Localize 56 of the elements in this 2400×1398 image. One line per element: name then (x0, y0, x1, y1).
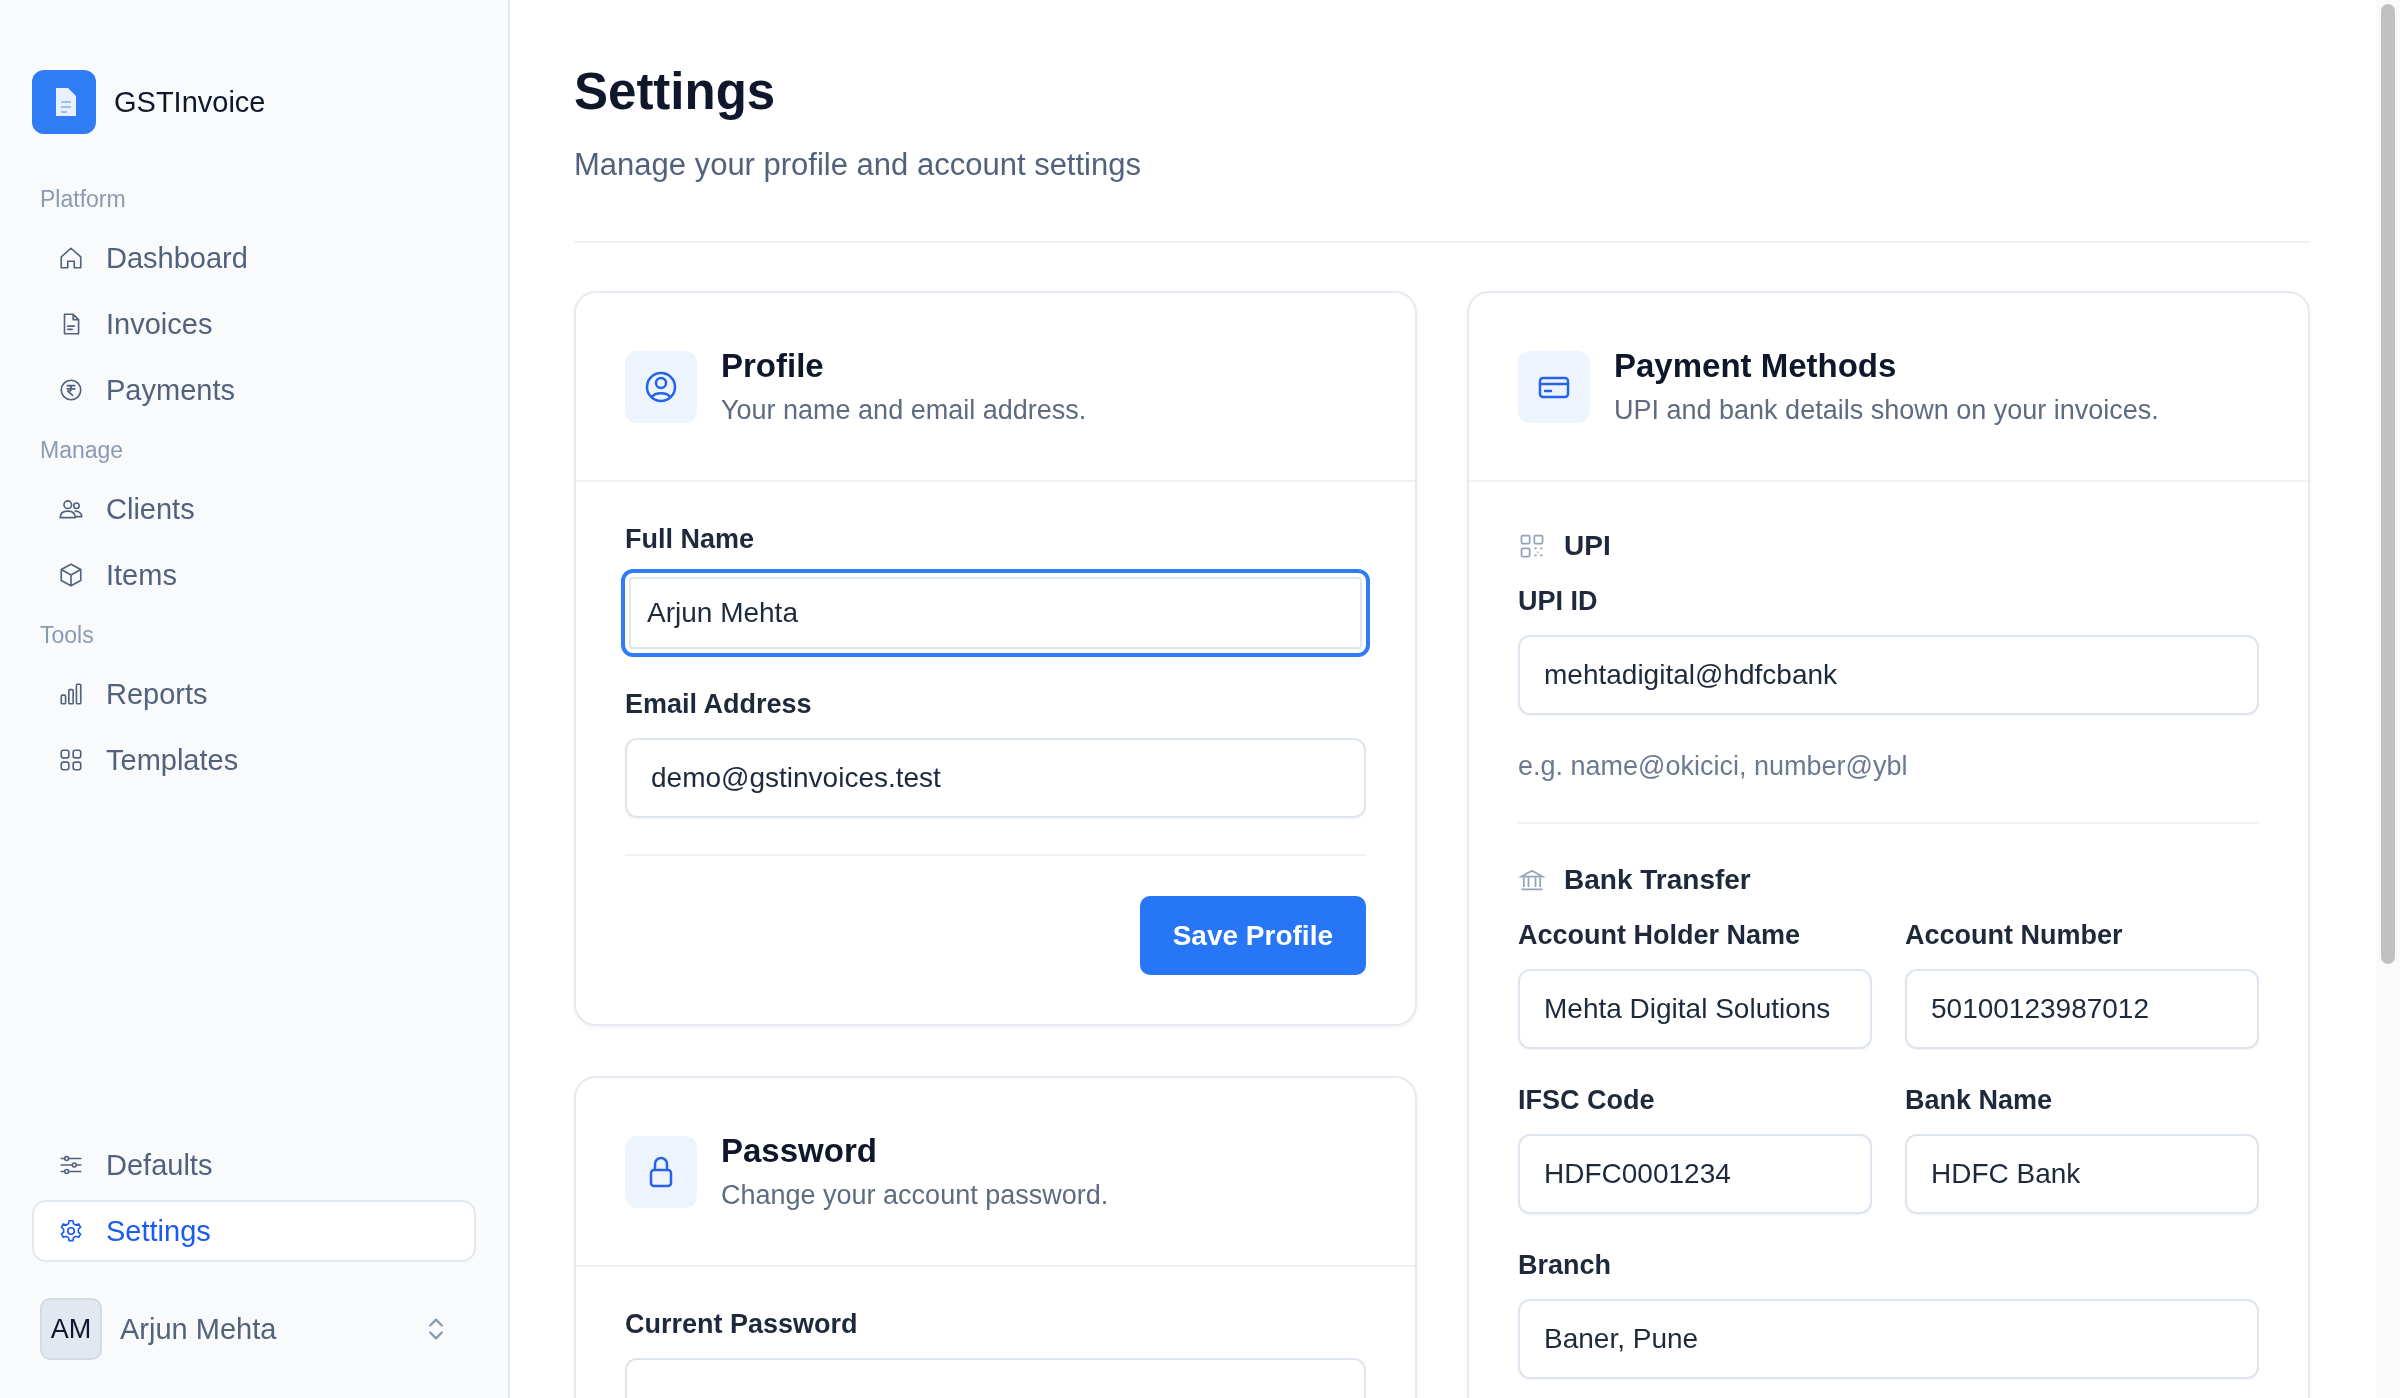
field-label: Bank Name (1905, 1085, 2054, 1116)
app-name: GSTInvoice (114, 85, 266, 119)
text-field[interactable]: HDFC0001234 (1518, 1134, 1872, 1214)
qr-code-icon (1518, 532, 1546, 560)
text-field[interactable]: demo@gstinvoices.test (625, 738, 1366, 818)
settings-icon (58, 1218, 84, 1244)
field-label: Current Password (625, 1309, 859, 1340)
section-heading: UPI (1564, 530, 1611, 562)
text-field[interactable]: 50100123987012 (1905, 969, 2259, 1049)
bar-chart-icon (58, 681, 84, 707)
nav-item[interactable]: Payments (32, 359, 476, 421)
scrollbar[interactable] (2381, 4, 2395, 964)
field-hint: e.g. name@okicici, number@ybl (1518, 751, 1909, 782)
page-title: Settings (574, 62, 777, 121)
lock-icon (625, 1135, 697, 1208)
nav-item[interactable]: Invoices (32, 293, 476, 355)
text-field[interactable]: mehtadigital@hdfcbank (1518, 635, 2259, 715)
field-label: UPI ID (1518, 586, 1599, 617)
text-field[interactable]: Baner, Pune (1518, 1299, 2259, 1379)
text-field[interactable]: HDFC Bank (1905, 1134, 2259, 1214)
nav-item[interactable]: Items (32, 544, 476, 606)
user-menu[interactable]: AM Arjun Mehta (32, 1282, 476, 1376)
field-label: Account Number (1905, 920, 2124, 951)
nav-item[interactable]: Defaults (32, 1134, 476, 1196)
text-field[interactable]: Mehta Digital Solutions (1518, 969, 1872, 1049)
nav-group-label: Platform (39, 186, 127, 213)
nav-item[interactable]: Templates (32, 729, 476, 791)
field-label: Branch (1518, 1250, 1613, 1281)
nav-item[interactable]: Reports (32, 663, 476, 725)
nav-item[interactable]: Dashboard (32, 227, 476, 289)
credit-card-icon (1518, 350, 1590, 423)
cube-icon (58, 562, 84, 588)
house-icon (58, 245, 84, 271)
logo-icon (32, 70, 96, 134)
section-heading: Bank Transfer (1564, 864, 1751, 896)
text-field[interactable]: Arjun Mehta (621, 569, 1370, 657)
card-subtitle: Change your account password. (721, 1180, 1109, 1211)
card-subtitle: Your name and email address. (721, 395, 1087, 426)
card-title: Profile (721, 347, 825, 385)
user-name: Arjun Mehta (120, 1312, 278, 1346)
save-button[interactable]: Save Profile (1139, 896, 1366, 975)
field-label: IFSC Code (1518, 1085, 1656, 1116)
card-subtitle: UPI and bank details shown on your invoices. (1614, 395, 2159, 426)
nav-item[interactable]: Settings (32, 1200, 476, 1262)
nav-group-label: Tools (39, 622, 95, 649)
card-title: Password (721, 1132, 878, 1170)
rupee-coin-icon (58, 377, 84, 403)
card-title: Payment Methods (1614, 347, 1898, 385)
field-label: Full Name (625, 524, 756, 555)
nav-item[interactable]: Clients (32, 478, 476, 540)
grid-icon (58, 747, 84, 773)
user-avatar: AM (40, 1298, 102, 1360)
field-label: Account Holder Name (1518, 920, 1802, 951)
field-label: Email Address (625, 689, 813, 720)
nav-group-label: Manage (39, 437, 125, 464)
page-subtitle: Manage your profile and account settings (574, 147, 1142, 183)
